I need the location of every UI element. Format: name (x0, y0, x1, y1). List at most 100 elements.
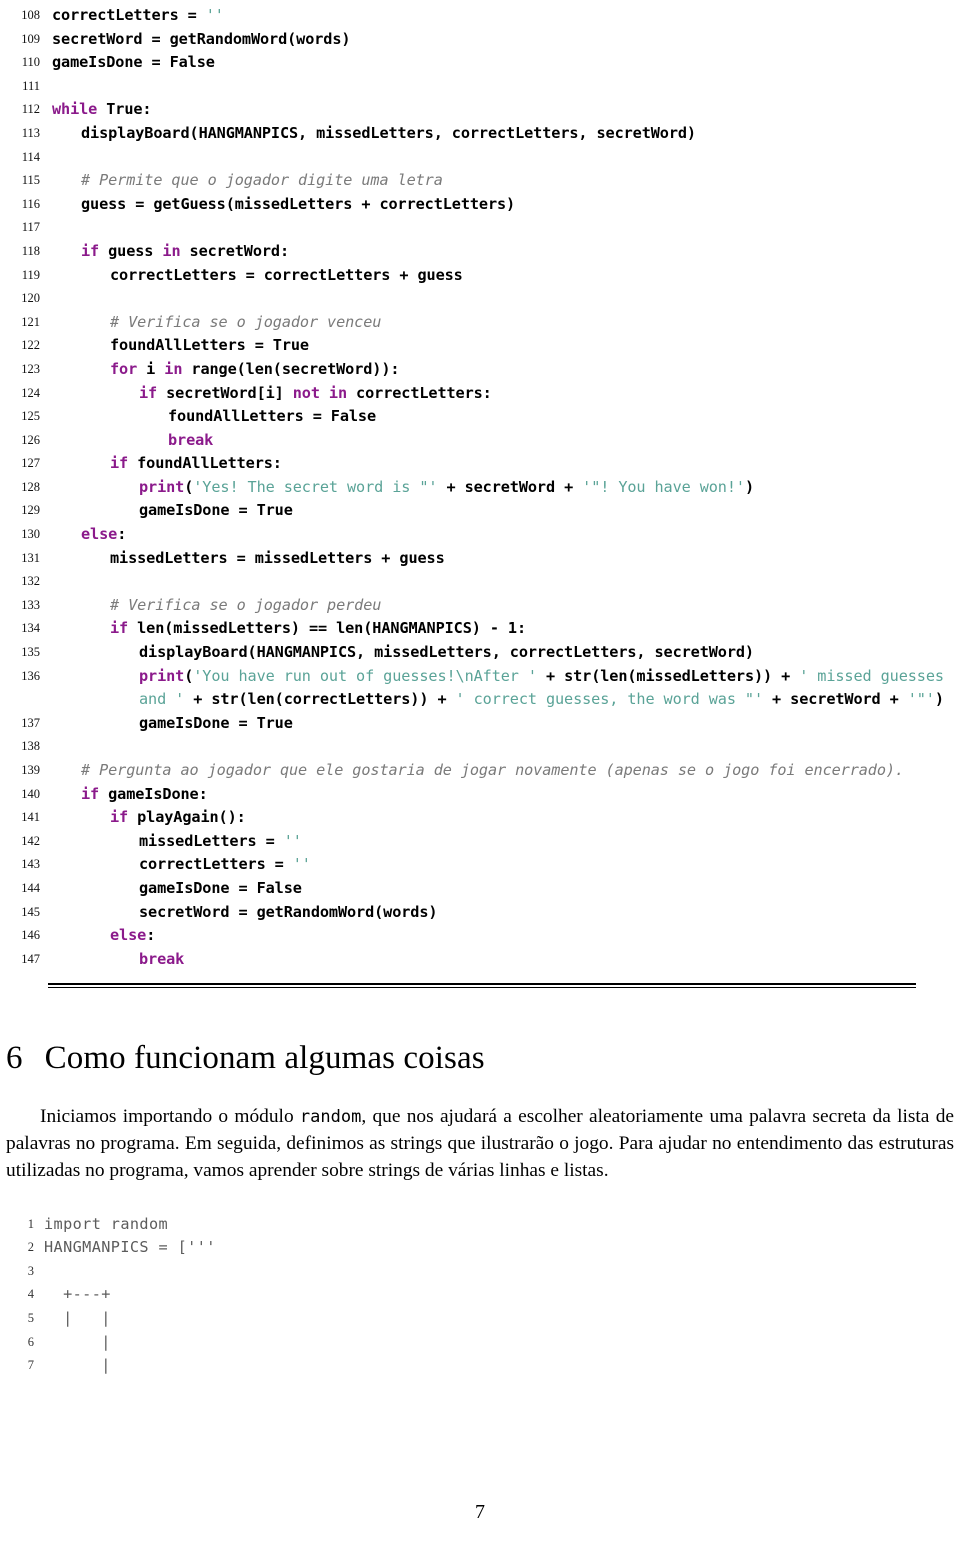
code-line: 119 correctLetters = correctLetters + gue… (0, 264, 960, 288)
code-line-number: 133 (21, 597, 40, 612)
code-line-text: break (52, 429, 960, 453)
code-line-number: 146 (21, 928, 40, 943)
code-line-number: 138 (21, 739, 40, 754)
code-line-number: 1 (27, 1216, 34, 1231)
code-line: 109 secretWord = getRandomWord(words) (0, 28, 960, 52)
code-line-number: 108 (21, 8, 40, 22)
code-token-plain: playAgain(): (128, 808, 246, 827)
code-line-text: while True: (52, 98, 960, 122)
code-line-number: 147 (21, 951, 40, 966)
code-token-plain: guess = getGuess(missedLetters + correct… (81, 194, 516, 213)
code-line-text: break (52, 948, 960, 972)
section-heading: 6 Como funcionam algumas coisas (6, 1040, 960, 1078)
code-line-text: guess = getGuess(missedLetters + correct… (52, 193, 960, 217)
code-line-number: 121 (21, 314, 40, 329)
code-line-text: | (44, 1332, 111, 1351)
code-line: 118 if guess in secretWord: (0, 240, 960, 264)
code-token-plain: + str(len(missedLetters)) + (536, 666, 800, 685)
code-line-text: secretWord = getRandomWord(words) (52, 901, 960, 925)
code-line-number: 142 (21, 833, 40, 848)
code-token-plain: ) (934, 690, 944, 709)
code-line: 124 if secretWord[i] not in correctLetter… (0, 382, 960, 406)
code-token-str: '"' (907, 690, 935, 709)
code-line: 125 foundAllLetters = False (0, 405, 960, 429)
code-line-number: 144 (21, 880, 40, 895)
code-line: 123 for i in range(len(secretWord)): (0, 358, 960, 382)
code-line: 138 (0, 735, 960, 759)
code-token-plain: correctLetters = (139, 855, 293, 874)
code-line-number: 118 (21, 243, 40, 258)
code-line: 116 guess = getGuess(missedLetters + corr… (0, 193, 960, 217)
code-token-str: '' (283, 831, 302, 850)
code-token-plain: foundAllLetters = True (110, 336, 309, 355)
code-line: 126 break (0, 429, 960, 453)
code-line-number: 6 (27, 1334, 34, 1349)
code-line-number: 5 (27, 1311, 34, 1326)
document-page: 108 correctLetters = '' 109 secretWord = ge… (0, 0, 960, 1546)
code-line: 6 | (0, 1331, 960, 1355)
code-line: 147 break (0, 948, 960, 972)
code-token-kw: if (110, 808, 129, 827)
code-token-kw: else (110, 926, 147, 945)
code-line-text: displayBoard(HANGMANPICS, missedLetters,… (52, 641, 960, 665)
code-line-number: 110 (21, 55, 40, 70)
code-line-number: 119 (21, 267, 40, 282)
code-line-text: if len(missedLetters) == len(HANGMANPICS… (52, 617, 960, 641)
code-line-text: if gameIsDone: (52, 783, 960, 807)
code-line-number: 124 (21, 385, 40, 400)
code-token-cmt: # Verifica se o jogador venceu (110, 312, 382, 331)
code-line-number: 134 (21, 621, 40, 636)
code-line-number: 141 (21, 810, 40, 825)
code-token-kw: break (139, 949, 185, 968)
code-line-text: # Verifica se o jogador perdeu (52, 594, 960, 618)
code-line: 120 (0, 287, 960, 311)
code-listing-main: 108 correctLetters = '' 109 secretWord = ge… (0, 0, 960, 971)
code-token-plain: secretWord[i] (157, 383, 293, 402)
code-line: 145 secretWord = getRandomWord(words) (0, 901, 960, 925)
code-token-plain: secretWord: (180, 241, 290, 260)
code-line: 112 while True: (0, 98, 960, 122)
code-line: 117 (0, 216, 960, 240)
code-token-plain: gameIsDone = True (139, 501, 293, 520)
code-token-str: ' correct guesses, the word was "' (455, 690, 764, 709)
code-line-text: if playAgain(): (52, 806, 960, 830)
code-line: 139 # Pergunta ao jogador que ele gostari… (0, 759, 960, 783)
code-line: 3 (0, 1260, 960, 1284)
code-token-cmt: # Verifica se o jogador perdeu (110, 595, 382, 614)
page-number: 7 (475, 1501, 485, 1523)
code-line-text: print('Yes! The secret word is "' + secr… (52, 476, 960, 500)
code-line-number: 130 (21, 527, 40, 542)
code-line-text: correctLetters = '' (52, 4, 960, 28)
code-line: 110 gameIsDone = False (0, 51, 960, 75)
code-line-number: 126 (21, 432, 40, 447)
code-line-number: 129 (21, 503, 40, 518)
code-line-text: foundAllLetters = False (52, 405, 960, 429)
code-token-plain: range(len(secretWord)): (182, 359, 400, 378)
code-line: 108 correctLetters = '' (0, 4, 960, 28)
code-line-number: 113 (21, 125, 40, 140)
code-line-text: correctLetters = '' (52, 853, 960, 877)
code-line-text: missedLetters = missedLetters + guess (52, 547, 960, 571)
code-line-number: 132 (21, 574, 40, 589)
code-line-text: else: (52, 924, 960, 948)
code-line: 131 missedLetters = missedLetters + guess (0, 547, 960, 571)
code-token-str: '' (205, 6, 224, 24)
code-line: 136 print('You have run out of guesses!\n… (0, 665, 960, 712)
code-line: 4 +---+ (0, 1283, 960, 1307)
code-token-kw: print (139, 477, 185, 496)
code-token-plain: len(missedLetters) == len(HANGMANPICS) -… (128, 619, 527, 638)
code-token-kw: while (52, 100, 98, 119)
code-line-text: # Permite que o jogador digite uma letra (52, 169, 960, 193)
code-line-number: 127 (21, 456, 40, 471)
code-line: 115 # Permite que o jogador digite uma le… (0, 169, 960, 193)
code-line-number: 112 (21, 102, 40, 117)
code-line: 122 foundAllLetters = True (0, 334, 960, 358)
code-token-plain: foundAllLetters: (128, 454, 282, 473)
code-token-plain: missedLetters = missedLetters + guess (110, 548, 445, 567)
code-token-plain: gameIsDone = False (139, 878, 302, 897)
code-line-number: 117 (21, 220, 40, 235)
code-line-number: 145 (21, 904, 40, 919)
